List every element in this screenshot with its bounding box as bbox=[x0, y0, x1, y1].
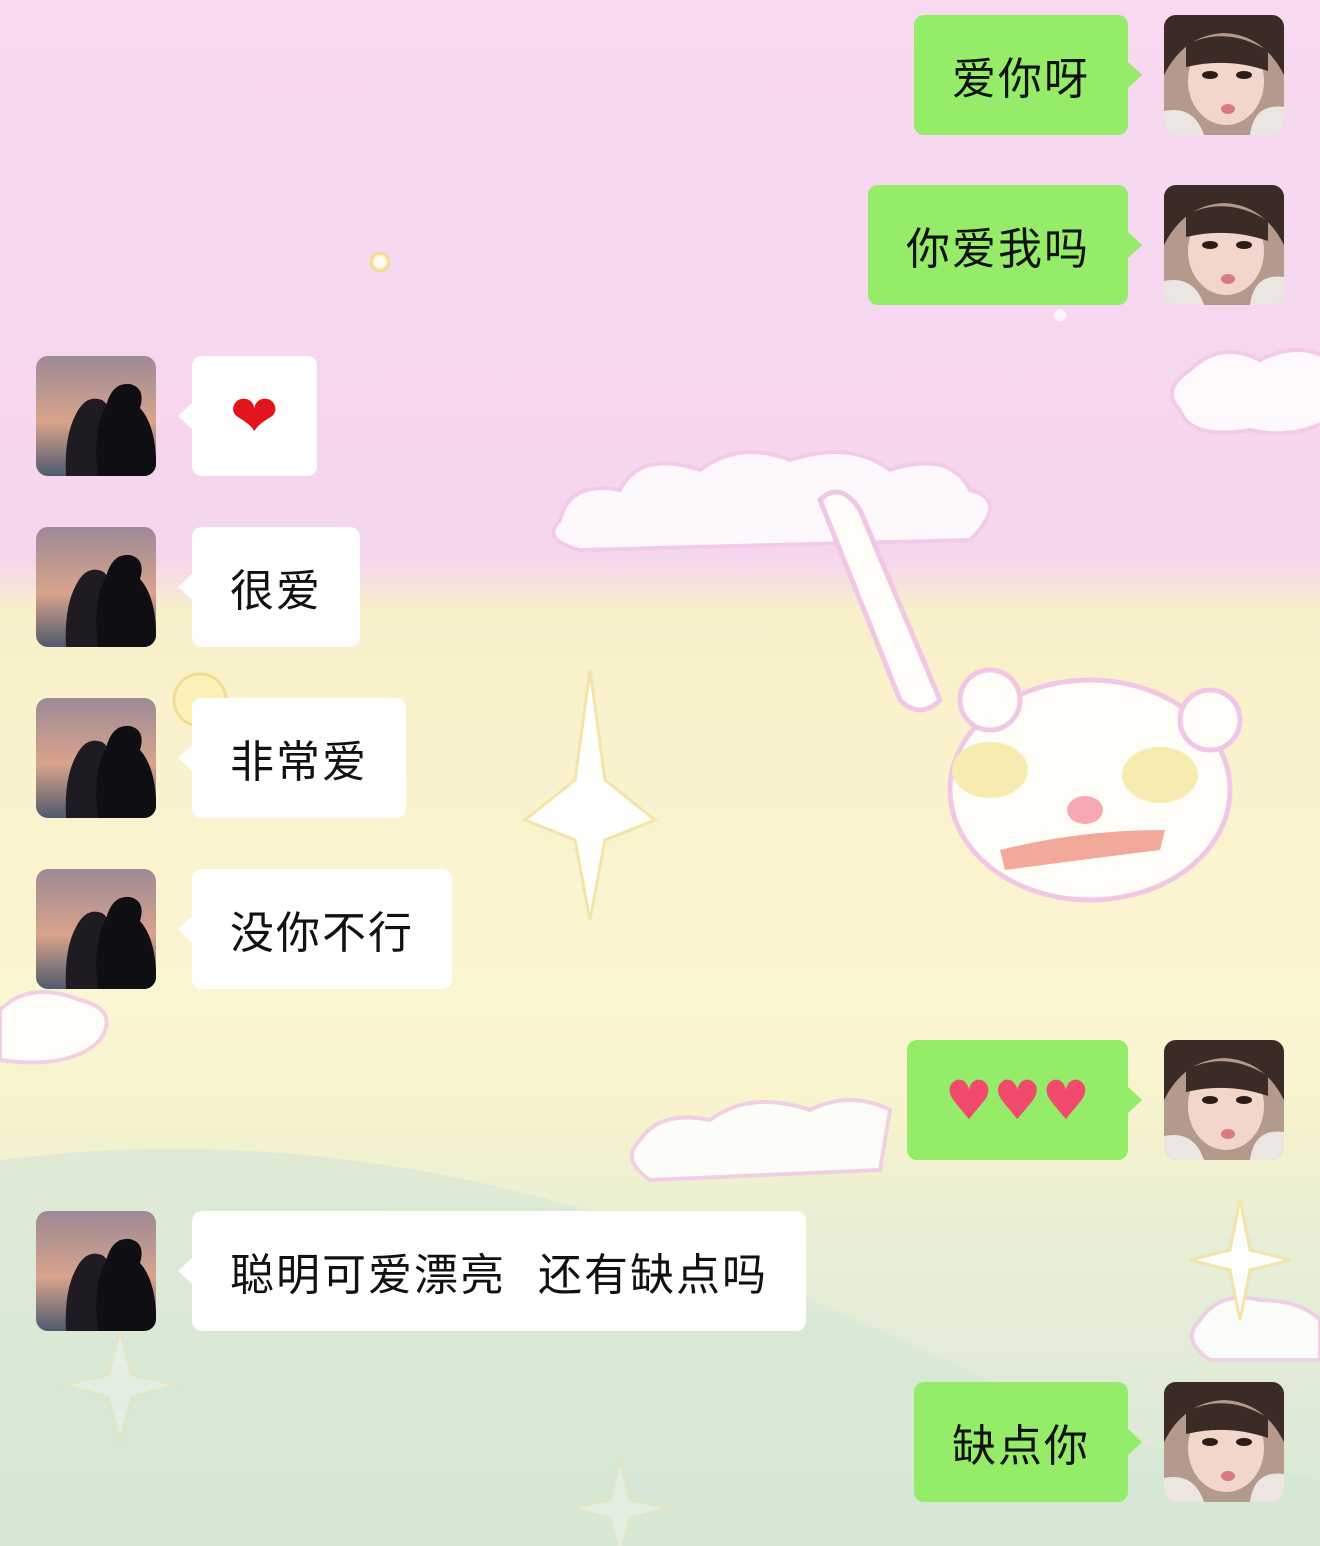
message-bubble[interactable]: ♥♥♥ bbox=[906, 1040, 1143, 1160]
couple-kissing-avatar-icon bbox=[36, 356, 156, 476]
couple-kissing-avatar-icon bbox=[36, 869, 156, 989]
girl-selfie-avatar-icon bbox=[1164, 1382, 1284, 1502]
message-row: 很爱 bbox=[0, 527, 1320, 647]
contact-avatar[interactable] bbox=[36, 869, 156, 989]
message-bubble[interactable]: 很爱 bbox=[178, 527, 360, 647]
message-text: 没你不行 bbox=[230, 908, 414, 959]
contact-avatar[interactable] bbox=[36, 356, 156, 476]
self-avatar[interactable] bbox=[1164, 1382, 1284, 1502]
message-row: ♥♥♥ bbox=[0, 1040, 1320, 1160]
message-bubble[interactable]: ❤ bbox=[178, 356, 317, 476]
message-bubble[interactable]: 非常爱 bbox=[178, 698, 406, 818]
message-row: ❤ bbox=[0, 356, 1320, 476]
girl-selfie-avatar-icon bbox=[1164, 1040, 1284, 1160]
message-text: 你爱我吗 bbox=[906, 224, 1090, 275]
message-bubble[interactable]: 你爱我吗 bbox=[868, 185, 1142, 305]
self-avatar[interactable] bbox=[1164, 185, 1284, 305]
message-row: 非常爱 bbox=[0, 698, 1320, 818]
message-row: 爱你呀 bbox=[0, 15, 1320, 135]
message-text: 很爱 bbox=[230, 566, 322, 617]
message-bubble[interactable]: 聪明可爱漂亮 还有缺点吗 bbox=[178, 1211, 806, 1331]
girl-selfie-avatar-icon bbox=[1164, 185, 1284, 305]
contact-avatar[interactable] bbox=[36, 527, 156, 647]
couple-kissing-avatar-icon bbox=[36, 1211, 156, 1331]
message-text: 爱你呀 bbox=[952, 54, 1090, 105]
pink-hearts-emoji: ♥♥♥ bbox=[944, 1068, 1090, 1132]
girl-selfie-avatar-icon bbox=[1164, 15, 1284, 135]
message-row: 缺点你 bbox=[0, 1382, 1320, 1502]
couple-kissing-avatar-icon bbox=[36, 698, 156, 818]
couple-kissing-avatar-icon bbox=[36, 527, 156, 647]
message-row: 聪明可爱漂亮 还有缺点吗 bbox=[0, 1211, 1320, 1331]
message-row: 没你不行 bbox=[0, 869, 1320, 989]
contact-avatar[interactable] bbox=[36, 698, 156, 818]
red-heart-emoji: ❤ bbox=[230, 382, 279, 450]
message-text: 聪明可爱漂亮 还有缺点吗 bbox=[230, 1250, 768, 1301]
message-row: 你爱我吗 bbox=[0, 185, 1320, 305]
message-bubble[interactable]: 缺点你 bbox=[914, 1382, 1142, 1502]
message-bubble[interactable]: 没你不行 bbox=[178, 869, 452, 989]
self-avatar[interactable] bbox=[1164, 1040, 1284, 1160]
message-text: 缺点你 bbox=[952, 1421, 1090, 1472]
message-text: 非常爱 bbox=[230, 737, 368, 788]
message-bubble[interactable]: 爱你呀 bbox=[914, 15, 1142, 135]
self-avatar[interactable] bbox=[1164, 15, 1284, 135]
contact-avatar[interactable] bbox=[36, 1211, 156, 1331]
